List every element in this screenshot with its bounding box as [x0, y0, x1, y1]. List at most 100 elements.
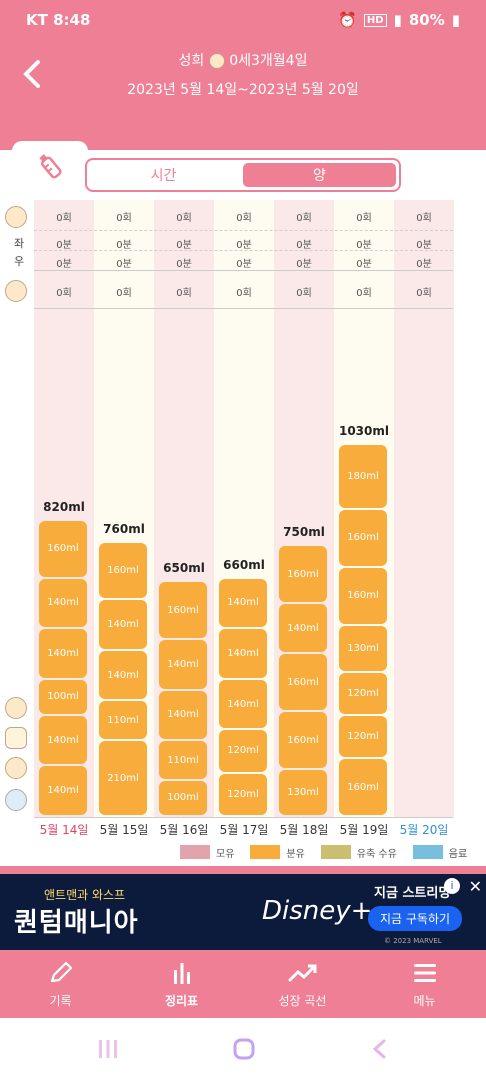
formula-bar-segment[interactable]: 130ml [339, 625, 387, 671]
legend-label-pumped: 유축 수유 [356, 848, 397, 860]
left-duration: 0분 [56, 240, 72, 251]
formula-bar-segment[interactable]: 160ml [339, 567, 387, 624]
breast-count: 0회 [56, 213, 72, 224]
battery-text: 80% [408, 11, 445, 29]
view-toggle: 시간 양 [85, 158, 401, 192]
ad-small-title: 앤트맨과 와스프 [44, 888, 126, 902]
nav-summary[interactable]: 정리표 [121, 950, 242, 1018]
formula-bar-segment[interactable]: 160ml [279, 546, 327, 602]
formula-bar-segment[interactable]: 120ml [219, 730, 267, 772]
right-duration: 0분 [116, 259, 132, 270]
day-column: 0회 0분 0분 0회 130ml 160ml 160ml 140ml 160ml 750ml [274, 200, 334, 818]
formula-bar-segment[interactable]: 140ml [219, 679, 267, 729]
legend-swatch-formula [250, 845, 281, 859]
pump-count: 0회 [296, 288, 312, 299]
nav-record[interactable]: 기록 [0, 950, 121, 1018]
breast-count: 0회 [296, 213, 312, 224]
formula-bar-segment[interactable]: 140ml [159, 640, 207, 689]
formula-bar-segment[interactable]: 140ml [39, 578, 87, 628]
status-icons: ⏰ HD ▮ 80% ▮ [338, 11, 460, 29]
left-duration: 0분 [416, 240, 432, 251]
left-duration: 0분 [356, 240, 372, 251]
breastfeed-baby-icon [5, 206, 27, 228]
toggle-time[interactable]: 시간 [87, 160, 240, 190]
day-column: 0회 0분 0분 0회 210ml 110ml 140ml 140ml 160ml 760ml [94, 200, 154, 818]
divider [0, 866, 486, 874]
toggle-amount[interactable]: 양 [243, 163, 396, 187]
formula-bar-segment[interactable]: 120ml [339, 715, 387, 758]
formula-bar-segment[interactable]: 140ml [219, 578, 267, 628]
formula-bar-segment[interactable]: 160ml [159, 582, 207, 639]
date-label: 5월 14일 [39, 823, 89, 837]
left-duration: 0분 [116, 240, 132, 251]
formula-bar-segment[interactable]: 140ml [39, 766, 87, 815]
formula-bar-segment[interactable]: 120ml [219, 773, 267, 815]
drink-icon [5, 789, 27, 811]
formula-bar-segment[interactable]: 140ml [279, 603, 327, 653]
pump-count: 0회 [56, 288, 72, 299]
signal-icon: ▮ [393, 11, 402, 29]
tab-all[interactable]: ALL [405, 141, 465, 190]
formula-bar-segment[interactable]: 100ml [159, 780, 207, 815]
legend-swatch-breast [180, 845, 210, 859]
formula-bar-segment[interactable]: 160ml [39, 520, 87, 577]
formula-bar-segment[interactable]: 140ml [99, 600, 147, 649]
formula-bar-segment[interactable]: 140ml [39, 629, 87, 678]
ad-cta-button[interactable]: 지금 구독하기 [368, 906, 463, 931]
formula-bar-segment[interactable]: 180ml [339, 445, 387, 508]
system-nav [0, 1018, 486, 1080]
side-label-left: 좌 [14, 237, 25, 250]
formula-bar-segment[interactable]: 160ml [339, 510, 387, 566]
row-divider [34, 230, 453, 231]
home-icon[interactable] [232, 1038, 256, 1060]
formula-bar-segment[interactable]: 160ml [279, 712, 327, 769]
formula-bar-segment[interactable]: 130ml [279, 770, 327, 815]
side-label-right: 우 [14, 255, 25, 268]
status-bar: KT 8:48 ⏰ HD ▮ 80% ▮ [0, 0, 486, 40]
nav-record-label: 기록 [49, 993, 72, 1008]
breast-count: 0회 [116, 213, 132, 224]
date-range: 2023년 5월 14일~2023년 5월 20일 [127, 82, 359, 98]
legend-swatch-drink [412, 845, 443, 859]
formula-bar-segment[interactable]: 140ml [39, 715, 87, 765]
pump-count: 0회 [176, 288, 192, 299]
breast-count: 0회 [176, 213, 192, 224]
baby-info: 성희 0세3개월4일 [0, 50, 486, 70]
breast-count: 0회 [356, 213, 372, 224]
formula-bar-segment[interactable]: 210ml [99, 741, 147, 815]
formula-bar-segment[interactable]: 110ml [99, 701, 147, 740]
back-nav-icon[interactable] [368, 1038, 392, 1060]
ad-close-icon[interactable]: ✕ [469, 877, 482, 896]
tab-feeding[interactable] [12, 141, 88, 190]
formula-bar-segment[interactable]: 160ml [99, 542, 147, 599]
recents-icon[interactable] [96, 1038, 120, 1060]
bar-chart-icon [173, 962, 190, 984]
legend-label-formula: 분유 [286, 848, 305, 860]
ad-banner[interactable]: 앤트맨과 와스프 퀀텀매니아 Disney+ 지금 스트리밍 지금 구독하기 ©… [0, 874, 486, 950]
formula-bar-segment[interactable]: 120ml [339, 672, 387, 714]
bottle-icon [39, 153, 62, 178]
formula-bar-segment[interactable]: 110ml [159, 741, 207, 779]
right-duration: 0분 [236, 259, 252, 270]
pump-count: 0회 [236, 288, 252, 299]
formula-bar-segment[interactable]: 140ml [219, 629, 267, 678]
breast-count: 0회 [236, 213, 252, 224]
ad-brand: Disney+ [262, 896, 373, 926]
formula-bar-segment[interactable]: 160ml [279, 654, 327, 711]
nav-growth[interactable]: 성장 곡선 [242, 950, 363, 1018]
legend-breast-icon [5, 697, 27, 719]
formula-bar-segment[interactable]: 100ml [39, 679, 87, 714]
chart-legend: 모유 분유 유축 수유 음료 [180, 843, 470, 861]
formula-bar-segment[interactable]: 140ml [159, 690, 207, 740]
formula-bottle-icon [5, 727, 27, 749]
pumped-milk-icon [5, 757, 27, 779]
day-column: 0회 0분 0분 0회 140ml 140ml 100ml 140ml 140ml 160ml 82… [34, 200, 94, 818]
left-duration: 0분 [296, 240, 312, 251]
right-duration: 0분 [56, 259, 72, 270]
row-divider [34, 308, 453, 309]
ad-info-icon[interactable]: i [444, 878, 460, 894]
network-badge: HD [363, 13, 387, 27]
formula-bar-segment[interactable]: 160ml [339, 759, 387, 815]
formula-bar-segment[interactable]: 140ml [99, 650, 147, 700]
nav-menu[interactable]: 메뉴 [364, 950, 485, 1018]
